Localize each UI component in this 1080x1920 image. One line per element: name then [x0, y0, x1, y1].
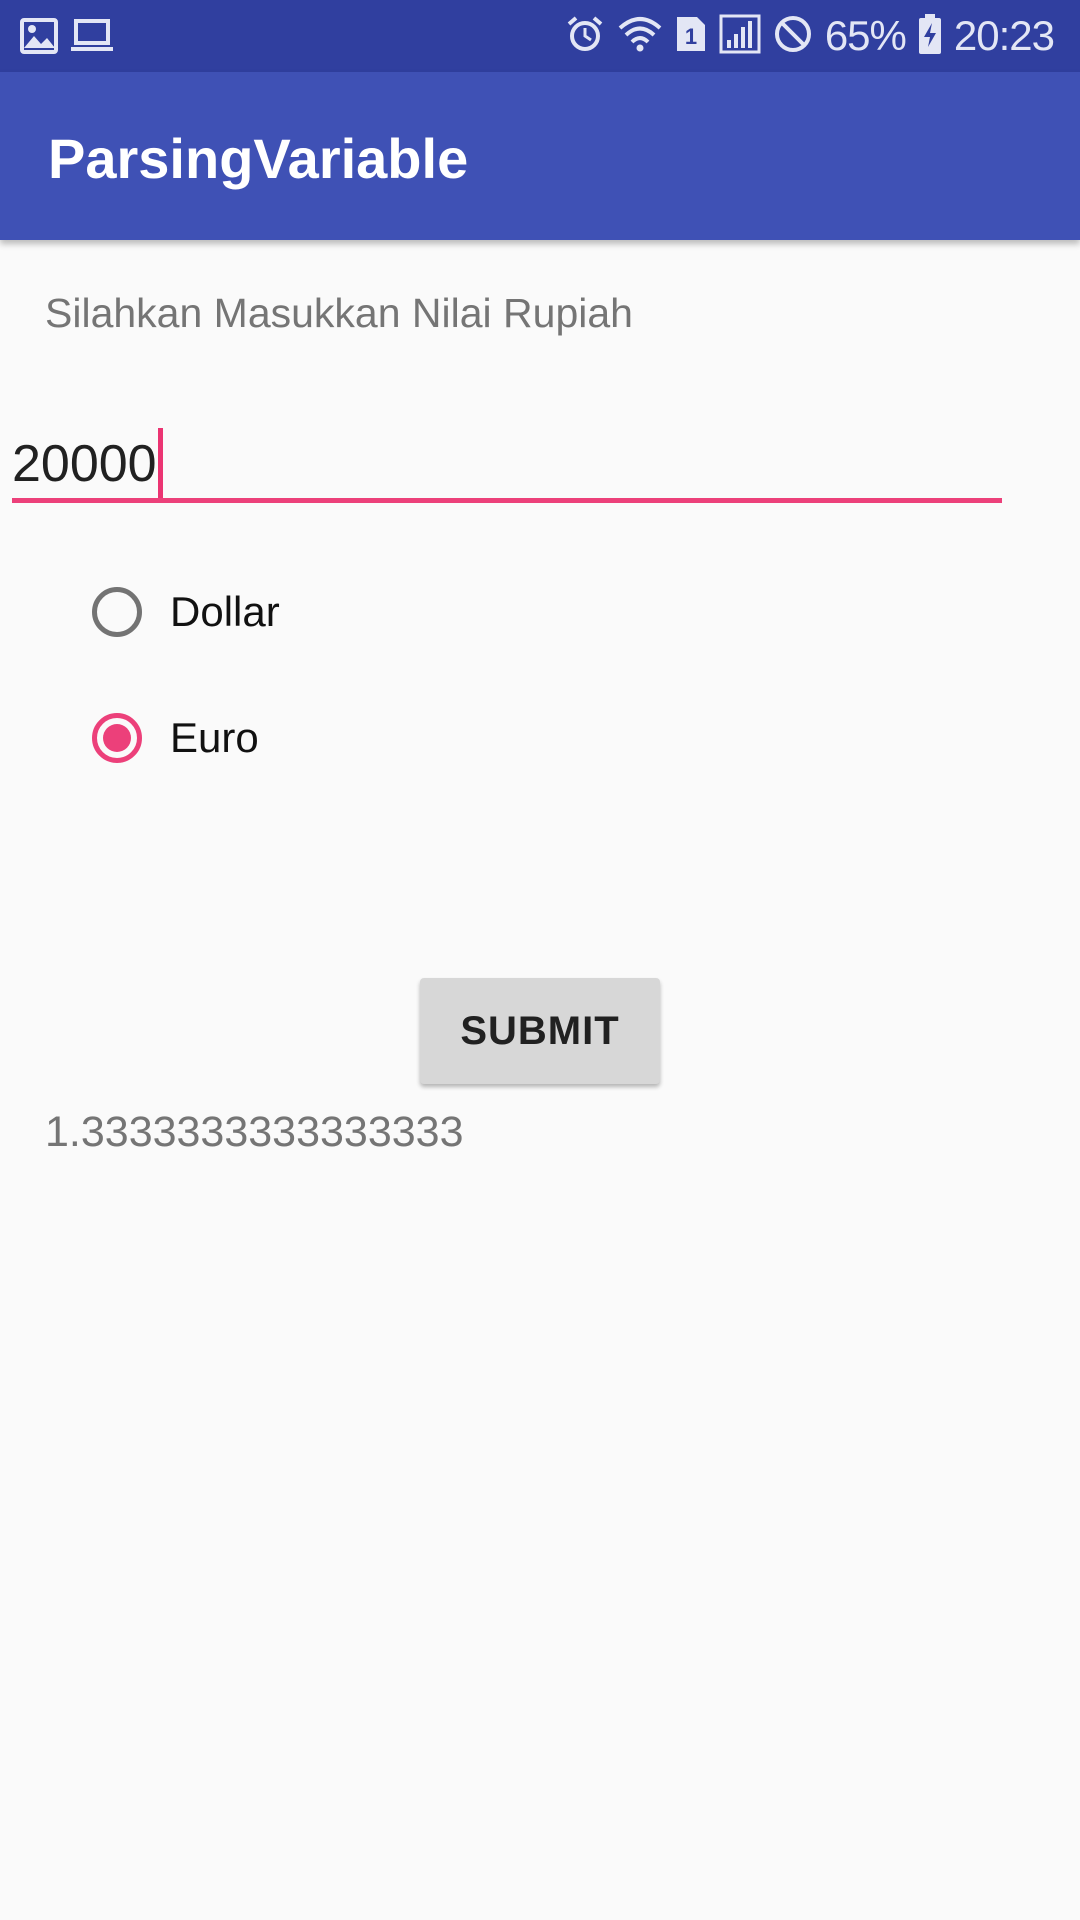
text-cursor	[157, 428, 163, 500]
radio-dollar-label[interactable]: Dollar	[170, 588, 280, 636]
radio-dot	[103, 724, 131, 752]
svg-text:1: 1	[685, 24, 697, 49]
amount-input-value[interactable]: 20000	[12, 434, 157, 494]
status-bar: 1 65% 20:23	[0, 0, 1080, 72]
radio-euro-label[interactable]: Euro	[170, 714, 259, 762]
radio-euro[interactable]: Euro	[92, 703, 259, 773]
app-bar: ParsingVariable	[0, 72, 1080, 240]
amount-input[interactable]: 20000	[12, 418, 1002, 506]
submit-button[interactable]: SUBMIT	[420, 978, 660, 1084]
do-not-disturb-icon	[773, 14, 813, 59]
radio-checked-icon[interactable]	[92, 713, 142, 763]
app-title: ParsingVariable	[48, 127, 469, 190]
radio-unchecked-icon[interactable]	[92, 587, 142, 637]
sim-1-icon: 1	[675, 15, 707, 58]
clock-time: 20:23	[953, 12, 1055, 59]
laptop-icon	[70, 18, 114, 59]
amount-prompt-label: Silahkan Masukkan Nilai Rupiah	[45, 290, 633, 336]
alarm-icon	[565, 14, 605, 59]
conversion-result: 1.3333333333333333	[45, 1108, 464, 1156]
signal-icon	[719, 14, 761, 59]
wifi-icon	[617, 14, 663, 59]
radio-dollar[interactable]: Dollar	[92, 577, 280, 647]
input-underline	[12, 498, 1002, 503]
battery-charging-icon	[918, 13, 942, 60]
gallery-icon	[20, 18, 58, 59]
battery-percent: 65%	[824, 12, 907, 59]
